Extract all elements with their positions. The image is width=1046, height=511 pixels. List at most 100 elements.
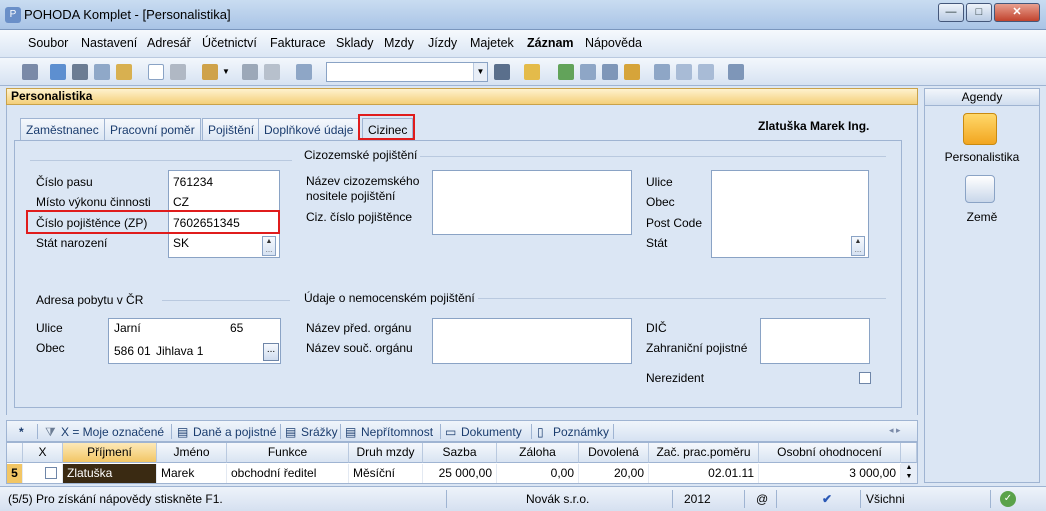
minimize-button[interactable]: — — [938, 3, 964, 22]
row-checkbox[interactable] — [45, 467, 57, 479]
menu-fakturace[interactable]: Fakturace — [270, 36, 326, 50]
tag-icon[interactable] — [558, 64, 574, 80]
employee-grid: X Příjmení Jméno Funkce Druh mzdy Sazba … — [6, 442, 918, 484]
menu-nastaveni[interactable]: Nastavení — [81, 36, 137, 50]
subtab-deductions[interactable]: Srážky — [301, 425, 338, 439]
menu-jizdy[interactable]: Jízdy — [428, 36, 457, 50]
city-field[interactable]: Jihlava 1 — [156, 344, 203, 358]
folder-icon: ▭ — [445, 425, 457, 439]
zip-field[interactable]: 586 01 — [114, 344, 151, 358]
new-record-icon[interactable] — [148, 64, 164, 80]
notepad-icon[interactable] — [965, 175, 995, 203]
subtab-documents[interactable]: Dokumenty — [461, 425, 522, 439]
back-arrow-icon[interactable] — [202, 64, 218, 80]
foreign-address-field[interactable] — [711, 170, 869, 258]
col-function[interactable]: Funkce — [227, 443, 349, 463]
delete-icon[interactable] — [264, 64, 280, 80]
workplace-field[interactable]: CZ — [173, 195, 189, 209]
close-button[interactable]: ✕ — [994, 3, 1040, 22]
col-bonus[interactable]: Osobní ohodnocení — [759, 443, 901, 463]
subtab-taxes[interactable]: Daně a pojistné — [193, 425, 276, 439]
spinner-icon[interactable]: ▲… — [851, 236, 865, 256]
report-icon[interactable] — [654, 64, 670, 80]
cell-rate[interactable]: 25 000,00 — [423, 464, 497, 483]
subtab-notes[interactable]: Poznámky — [553, 425, 609, 439]
coins-icon[interactable] — [624, 64, 640, 80]
tab-doplnkove-udaje[interactable]: Doplňkové údaje — [258, 118, 360, 140]
filter-icon[interactable] — [494, 64, 510, 80]
tab-pojisteni[interactable]: Pojištění — [202, 118, 261, 140]
menu-zaznam[interactable]: Záznam — [527, 36, 574, 50]
cell-advance[interactable]: 0,00 — [497, 464, 579, 483]
spinner-icon[interactable]: ▲… — [262, 236, 276, 256]
edit-icon[interactable] — [170, 64, 186, 80]
quick-filter-select[interactable]: ▼ — [326, 62, 488, 82]
street-field[interactable]: Jarní — [114, 321, 141, 335]
menu-majetek[interactable]: Majetek — [470, 36, 514, 50]
exit-icon[interactable] — [22, 64, 38, 80]
cell-function[interactable]: obchodní ředitel — [227, 464, 349, 483]
agenda-item-zeme[interactable]: Země — [925, 210, 1039, 224]
col-rate[interactable]: Sazba — [423, 443, 497, 463]
tab-zamestnanec[interactable]: Zaměstnanec — [20, 118, 105, 140]
print-icon[interactable] — [72, 64, 88, 80]
folder-icon[interactable] — [524, 64, 540, 80]
passport-field[interactable]: 761234 — [173, 175, 213, 189]
col-start[interactable]: Zač. prac.poměru — [649, 443, 759, 463]
col-wage-type[interactable]: Druh mzdy — [349, 443, 423, 463]
cell-bonus[interactable]: 3 000,00 — [759, 464, 901, 483]
dic-field[interactable] — [760, 318, 870, 364]
copy-icon[interactable] — [296, 64, 312, 80]
col-vacation[interactable]: Dovolená — [579, 443, 649, 463]
at-status: @ — [756, 492, 769, 506]
save-icon[interactable] — [242, 64, 258, 80]
col-surname[interactable]: Příjmení — [63, 443, 157, 463]
menu-soubor[interactable]: Soubor — [28, 36, 68, 50]
note-icon[interactable] — [698, 64, 714, 80]
divider — [280, 424, 281, 439]
cell-name[interactable]: Marek — [157, 464, 227, 483]
person-icon[interactable] — [963, 113, 997, 145]
table-icon[interactable] — [602, 64, 618, 80]
settings-icon[interactable] — [728, 64, 744, 80]
subtab-bar: * ⧩ X = Moje označené ▤ Daně a pojistné … — [6, 420, 918, 442]
nonresident-checkbox[interactable] — [859, 372, 871, 384]
menu-adresar[interactable]: Adresář — [147, 36, 191, 50]
calculator-icon[interactable] — [580, 64, 596, 80]
col-advance[interactable]: Záloha — [497, 443, 579, 463]
col-marked[interactable]: X — [23, 443, 63, 463]
more-icon[interactable]: ... — [263, 343, 279, 361]
menu-mzdy[interactable]: Mzdy — [384, 36, 414, 50]
menu-napoveda[interactable]: Nápověda — [585, 36, 642, 50]
agenda-item-personalistika[interactable]: Personalistika — [925, 150, 1039, 164]
ok-icon[interactable]: ✓ — [1000, 491, 1016, 507]
subtab-absence[interactable]: Nepřítomnost — [361, 425, 433, 439]
cell-vacation[interactable]: 20,00 — [579, 464, 649, 483]
subtab-marked[interactable]: X = Moje označené — [61, 425, 164, 439]
chevron-down-icon[interactable]: ▼ — [473, 63, 487, 81]
col-name[interactable]: Jméno — [157, 443, 227, 463]
cell-surname[interactable]: Zlatuška — [63, 464, 157, 483]
export-icon[interactable] — [116, 64, 132, 80]
chevron-down-icon[interactable]: ▼ — [222, 64, 230, 80]
house-number-field[interactable]: 65 — [230, 321, 243, 335]
list-icon[interactable] — [676, 64, 692, 80]
scroll-arrows-icon[interactable]: ◂ ▸ — [889, 425, 901, 436]
tab-pracovni-pomer[interactable]: Pracovní poměr — [104, 118, 201, 140]
cell-start[interactable]: 02.01.11 — [649, 464, 759, 483]
cell-wage-type[interactable]: Měsíční — [349, 464, 423, 483]
filter-status: Všichni — [866, 492, 905, 506]
note-icon: ▯ — [537, 425, 544, 439]
agenda-panel: Agendy Personalistika Země — [924, 88, 1040, 483]
foreign-insurer-name-field[interactable] — [432, 170, 632, 235]
authority-field[interactable] — [432, 318, 632, 364]
menu-ucetnictvi[interactable]: Účetnictví — [202, 36, 257, 50]
menu-sklady[interactable]: Sklady — [336, 36, 374, 50]
scrollbar[interactable]: ▲ ▼ — [901, 463, 917, 483]
refresh-icon[interactable] — [50, 64, 66, 80]
birth-state-label: Stát narození — [36, 236, 108, 250]
maximize-button[interactable]: □ — [966, 3, 992, 22]
birth-state-field[interactable]: SK — [173, 236, 189, 250]
subtab-all[interactable]: * — [19, 425, 24, 439]
print-preview-icon[interactable] — [94, 64, 110, 80]
